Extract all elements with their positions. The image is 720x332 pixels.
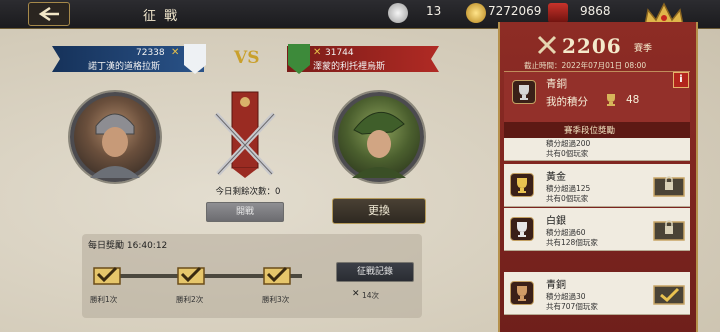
crossed-swords-icon [537,35,557,55]
reward-label: 勝利3次 [262,295,290,304]
daily-reward-panel: 每日獎勵 16:40:12 勝利1次 勝利2次 勝利3次 征戰記錄 ✕ 14次 [82,234,422,318]
my-points-label: 我的積分 [546,96,588,108]
remaining-attempts: 今日剩餘次數：0 [215,187,281,197]
season-rewards-title: 賽季段位獎勵 [564,126,616,136]
reward-chest-icon[interactable] [92,262,122,286]
laurel-trophy-icon [607,94,615,106]
gem-count: 9868 [580,4,611,18]
current-rank-row: 青銅 我的積分 48 [504,71,690,122]
tier-players: 共有0個玩家 [546,149,589,158]
knight-avatar-icon [90,113,140,178]
crossed-swords-icon: ✕ [171,47,180,58]
trophy-icon [512,80,536,104]
gold-coin-icon [466,3,486,23]
start-battle-button[interactable]: 開戰 [206,202,284,222]
player-banner: 72338 ✕ 諾丁漢的道格拉斯 [52,46,204,72]
trophy-icon [510,173,534,197]
reward-chest-icon[interactable] [262,262,292,286]
tier-card: 積分超過200 共有0個玩家 [504,138,690,161]
season-rewards-header: 賽季段位獎勵 [504,122,690,138]
tier-card-silver: 白銀 積分超過60 共有128個玩家 [504,208,690,251]
opponent-score: 31744 [325,48,354,58]
reward-label: 勝利2次 [176,295,204,304]
silver-count: 13 [426,4,442,18]
archer-avatar-icon [352,111,406,178]
tier-players: 共有128個玩家 [546,238,598,247]
player-portrait[interactable] [70,92,160,182]
page-title: 征 戰 [143,9,180,24]
locked-chest-icon[interactable] [652,214,686,242]
gold-count: 7272069 [488,4,542,18]
player-name: 諾丁漢的道格拉斯 [88,62,161,72]
vs-label: VS [234,48,260,68]
silver-coin-icon [388,3,408,23]
season-label: 賽季 [634,44,653,54]
player-score: 72338 [136,48,165,58]
reward-chest-icon[interactable] [176,262,206,286]
current-rank-name: 青銅 [546,78,567,90]
tier-name: 黃金 [546,172,566,183]
locked-chest-icon[interactable] [652,170,686,198]
tier-card-bronze: 青銅 積分超過30 共有707個玩家 [504,272,690,315]
tier-players: 共有0個玩家 [546,194,589,203]
tier-name: 白銀 [546,216,566,227]
reward-label: 勝利1次 [90,295,118,304]
tier-name: 青銅 [546,280,566,291]
tier-card-gold: 黃金 積分超過125 共有0個玩家 [504,164,690,207]
crossed-swords-emblem-icon [214,91,276,178]
back-arrow-icon [38,7,59,21]
swords-icon: ✕ [352,289,360,299]
trophy-icon [510,217,534,241]
record-count: 14次 [362,291,380,300]
tier-players: 共有707個玩家 [546,302,598,311]
change-opponent-button[interactable]: 更換 [332,198,426,224]
my-points-value: 48 [626,94,640,106]
season-score: 2206 [562,34,622,58]
daily-reward-title: 每日獎勵 16:40:12 [88,241,168,251]
unlocked-chest-icon[interactable] [652,278,686,306]
opponent-name: 澤蒙的利托裡烏斯 [313,62,386,72]
crossed-swords-icon: ✕ [313,47,322,58]
back-button[interactable] [28,2,70,26]
info-button[interactable]: i [673,72,689,88]
trophy-icon [510,281,534,305]
battle-record-button[interactable]: 征戰記錄 [336,262,414,282]
season-deadline: 截止時間：2022年07月01日 08:00 [524,61,647,70]
gem-chest-icon [548,3,568,23]
opponent-portrait[interactable] [334,92,424,182]
